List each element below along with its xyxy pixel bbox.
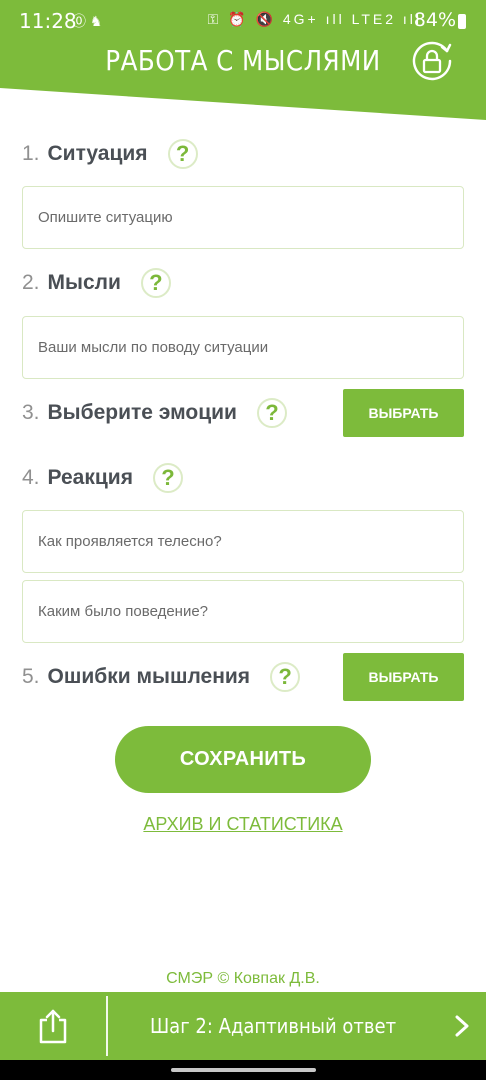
situation-label: 1. Ситуация ? (22, 139, 198, 169)
body-reaction-input[interactable]: Как проявляется телесно? (22, 510, 464, 573)
help-icon[interactable]: ? (140, 268, 171, 298)
status-time: 11:28 (19, 9, 77, 33)
step-label[interactable]: Шаг 2: Адаптивный ответ (125, 992, 422, 1060)
battery-percent: 84% (413, 9, 456, 31)
thoughts-input[interactable]: Ваши мысли по поводу ситуации (22, 316, 464, 379)
emotions-label: 3. Выберите эмоции ? (22, 398, 287, 428)
choose-errors-button[interactable]: ВЫБРАТЬ (343, 653, 464, 701)
system-status-icons: ⚿ ⏰ 🔇 4G+ ıll LTE2 ıll (207, 11, 422, 27)
reaction-label: 4. Реакция ? (22, 463, 183, 493)
notification-icons: ⓪ ♞ (72, 13, 103, 29)
behavior-input[interactable]: Каким было поведение? (22, 580, 464, 643)
choose-emotions-button[interactable]: ВЫБРАТЬ (343, 389, 464, 437)
share-button[interactable] (0, 992, 106, 1060)
help-icon[interactable]: ? (256, 398, 287, 428)
share-icon (39, 1009, 67, 1044)
thoughts-label: 2. Мысли ? (22, 268, 171, 298)
divider (106, 996, 108, 1056)
home-gesture-handle[interactable] (171, 1068, 316, 1072)
lock-refresh-icon (412, 41, 452, 81)
page-title: РАБОТА С МЫСЛЯМИ (105, 44, 381, 77)
help-icon[interactable]: ? (270, 662, 301, 692)
thinking-errors-label: 5. Ошибки мышления ? (22, 662, 301, 692)
chevron-right-icon (455, 1015, 469, 1037)
save-button[interactable]: СОХРАНИТЬ (115, 726, 371, 793)
situation-input[interactable]: Опишите ситуацию (22, 186, 464, 249)
help-icon[interactable]: ? (152, 463, 183, 493)
status-bar: 11:28 ⓪ ♞ ⚿ ⏰ 🔇 4G+ ıll LTE2 ıll 84% (0, 0, 486, 40)
lock-button[interactable] (411, 40, 453, 82)
copyright-text: СМЭР © Ковпак Д.В. (166, 970, 320, 987)
help-icon[interactable]: ? (167, 139, 198, 169)
next-step-button[interactable] (438, 992, 486, 1060)
archive-link[interactable]: АРХИВ И СТАТИСТИКА (0, 814, 486, 835)
system-nav-bar (0, 1060, 486, 1080)
bottom-bar: Шаг 2: Адаптивный ответ (0, 992, 486, 1060)
battery-icon (458, 14, 466, 29)
